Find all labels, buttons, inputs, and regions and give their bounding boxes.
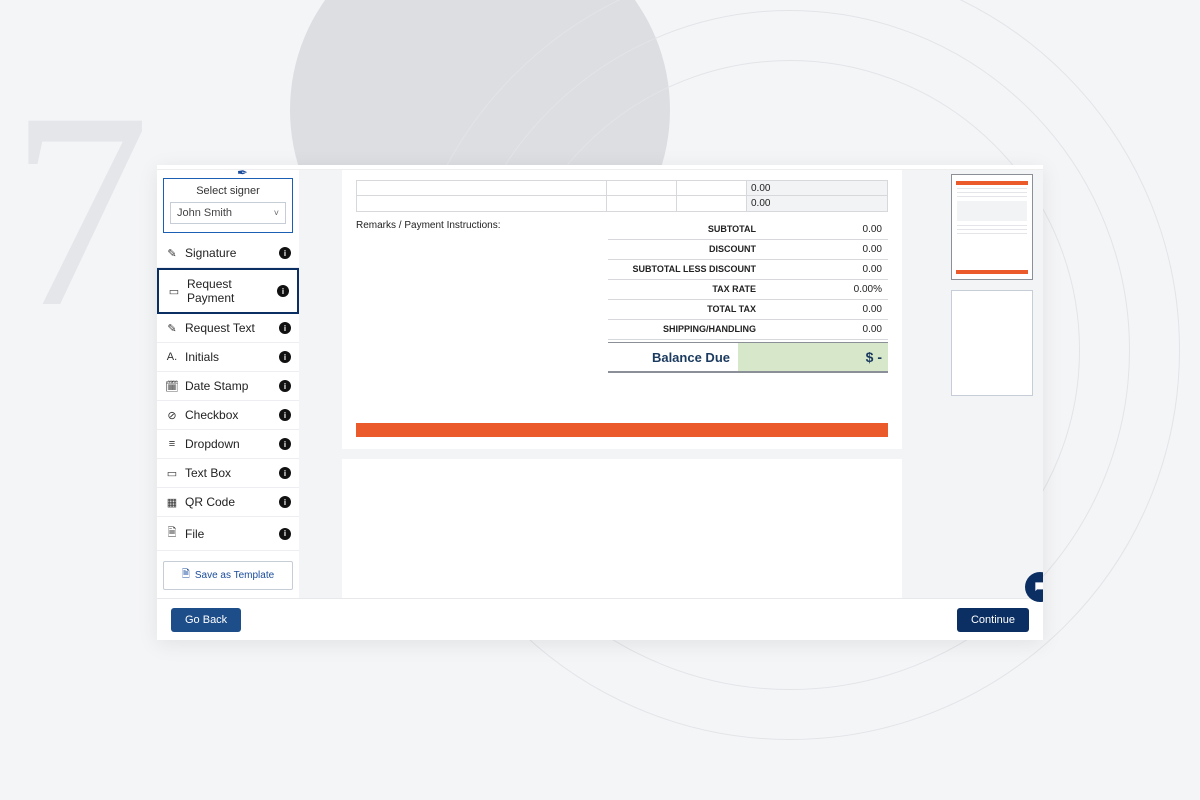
page-thumbnail-2[interactable] — [951, 290, 1033, 396]
field-label: File — [185, 527, 279, 541]
total-value: 0.00% — [766, 284, 886, 295]
info-icon[interactable]: i — [279, 528, 291, 540]
total-label: TOTAL TAX — [610, 305, 766, 315]
page-thumbnail-1[interactable] — [951, 174, 1033, 280]
chevron-down-icon: ˅ — [274, 208, 279, 218]
field-initials[interactable]: A. Initials i — [157, 343, 299, 372]
app-window: ✒ Select signer John Smith ˅ ✎ Signature… — [157, 165, 1043, 640]
field-date-stamp[interactable]: 🗓 Date Stamp i — [157, 372, 299, 401]
initials-icon: A. — [165, 351, 179, 363]
dropdown-icon: ≡ — [165, 438, 179, 450]
save-as-template-button[interactable]: 🗎 Save as Template — [163, 561, 293, 590]
field-checkbox[interactable]: ⊘ Checkbox i — [157, 401, 299, 430]
continue-button[interactable]: Continue — [957, 608, 1029, 632]
document-canvas[interactable]: 0.00 0.00 Remarks / Payment Instructions… — [299, 170, 945, 598]
save-template-label: Save as Template — [195, 570, 274, 581]
field-label: Checkbox — [185, 408, 279, 422]
total-row-subtotal-less: SUBTOTAL LESS DISCOUNT 0.00 — [608, 260, 888, 280]
field-file[interactable]: 🗎 File i — [157, 517, 299, 551]
thumbnail-column — [945, 170, 1043, 598]
total-row-taxrate: TAX RATE 0.00% — [608, 280, 888, 300]
request-text-icon: ✎ — [165, 322, 179, 335]
chat-icon — [1033, 580, 1043, 594]
signature-icon: ✎ — [165, 247, 179, 260]
document-page-1[interactable]: 0.00 0.00 Remarks / Payment Instructions… — [342, 170, 902, 449]
item-amount: 0.00 — [747, 181, 887, 195]
field-request-text[interactable]: ✎ Request Text i — [157, 314, 299, 343]
bg-glyph-seven: 7 — [10, 70, 150, 350]
total-row-subtotal: SUBTOTAL 0.00 — [608, 220, 888, 240]
checkbox-icon: ⊘ — [165, 409, 179, 422]
qr-code-icon: ▦ — [165, 496, 179, 509]
info-icon[interactable]: i — [279, 247, 291, 259]
signer-value: John Smith — [177, 207, 232, 219]
item-row: 0.00 — [356, 196, 888, 212]
document-page-2[interactable] — [342, 459, 902, 598]
feather-icon: ✒ — [237, 165, 248, 181]
balance-row: Balance Due $ - — [608, 342, 888, 373]
total-value: 0.00 — [766, 244, 886, 255]
doc-lower: Remarks / Payment Instructions: SUBTOTAL… — [356, 220, 888, 373]
field-label: Dropdown — [185, 437, 279, 451]
field-label: Date Stamp — [185, 379, 279, 393]
text-box-icon: ▭ — [165, 467, 179, 480]
total-row-discount: DISCOUNT 0.00 — [608, 240, 888, 260]
total-label: SUBTOTAL — [610, 225, 766, 235]
field-label: Request Text — [185, 321, 279, 335]
date-stamp-icon: 🗓 — [165, 380, 179, 393]
balance-label: Balance Due — [608, 344, 738, 371]
app-body: Select signer John Smith ˅ ✎ Signature i… — [157, 170, 1043, 598]
item-amount: 0.00 — [747, 196, 887, 211]
total-value: 0.00 — [766, 264, 886, 275]
remarks-label: Remarks / Payment Instructions: — [356, 220, 608, 373]
field-text-box[interactable]: ▭ Text Box i — [157, 459, 299, 488]
file-icon: 🗎 — [165, 524, 179, 543]
total-value: 0.00 — [766, 224, 886, 235]
total-label: SHIPPING/HANDLING — [610, 325, 766, 335]
field-label: QR Code — [185, 495, 279, 509]
total-row-totaltax: TOTAL TAX 0.00 — [608, 300, 888, 320]
signer-select[interactable]: John Smith ˅ — [170, 202, 286, 224]
info-icon[interactable]: i — [279, 351, 291, 363]
save-icon: 🗎 — [182, 567, 190, 584]
field-qr-code[interactable]: ▦ QR Code i — [157, 488, 299, 517]
item-row: 0.00 — [356, 180, 888, 196]
app-topbar: ✒ — [157, 165, 1043, 170]
total-value: 0.00 — [766, 304, 886, 315]
total-label: TAX RATE — [610, 285, 766, 295]
info-icon[interactable]: i — [279, 467, 291, 479]
field-dropdown[interactable]: ≡ Dropdown i — [157, 430, 299, 459]
field-label: Request Payment — [187, 277, 277, 305]
footer: Go Back Continue — [157, 598, 1043, 640]
info-icon[interactable]: i — [279, 438, 291, 450]
doc-accent-bar — [356, 423, 888, 437]
go-back-button[interactable]: Go Back — [171, 608, 241, 632]
info-icon[interactable]: i — [279, 409, 291, 421]
total-row-shipping: SHIPPING/HANDLING 0.00 — [608, 320, 888, 340]
info-icon[interactable]: i — [279, 380, 291, 392]
signer-label: Select signer — [170, 185, 286, 197]
signer-box: Select signer John Smith ˅ — [163, 178, 293, 233]
total-value: 0.00 — [766, 324, 886, 335]
info-icon[interactable]: i — [277, 285, 289, 297]
sidebar: Select signer John Smith ˅ ✎ Signature i… — [157, 170, 299, 598]
field-label: Text Box — [185, 466, 279, 480]
field-signature[interactable]: ✎ Signature i — [157, 239, 299, 268]
totals: SUBTOTAL 0.00 DISCOUNT 0.00 SUBTOTAL LES… — [608, 220, 888, 373]
field-request-payment[interactable]: ▭ Request Payment i — [157, 268, 299, 314]
total-label: SUBTOTAL LESS DISCOUNT — [610, 265, 766, 275]
info-icon[interactable]: i — [279, 496, 291, 508]
field-list: ✎ Signature i ▭ Request Payment i ✎ Requ… — [157, 239, 299, 551]
field-label: Signature — [185, 246, 279, 260]
total-label: DISCOUNT — [610, 245, 766, 255]
request-payment-icon: ▭ — [167, 285, 181, 298]
info-icon[interactable]: i — [279, 322, 291, 334]
field-label: Initials — [185, 350, 279, 364]
balance-value: $ - — [738, 343, 888, 371]
